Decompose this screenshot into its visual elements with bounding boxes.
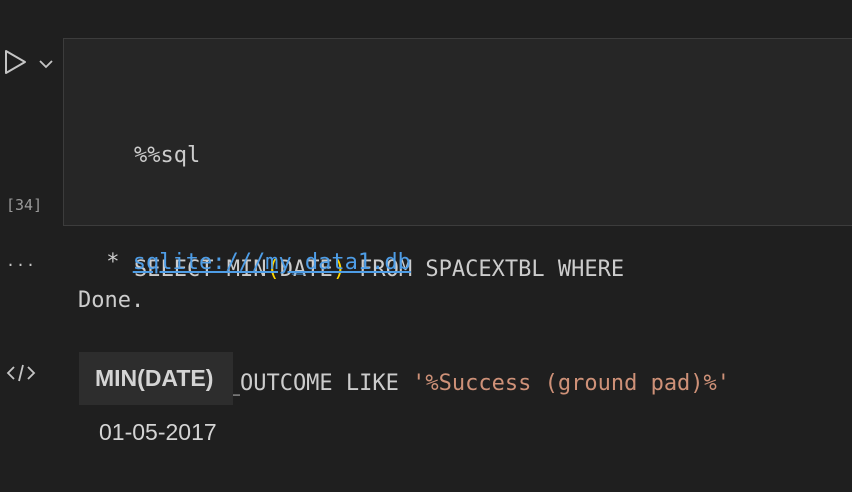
play-icon xyxy=(5,50,26,74)
magic-command: %%sql xyxy=(134,143,201,168)
connection-link[interactable]: sqlite:///my_data1.db xyxy=(133,250,411,275)
change-output-mime-button[interactable] xyxy=(6,362,36,384)
code-string: '%Success (ground pad)%' xyxy=(412,371,731,396)
connection-line: * sqlite:///my_data1.db xyxy=(93,245,411,281)
connection-prefix: * xyxy=(93,250,133,275)
code-icon xyxy=(6,364,36,382)
execution-count: [34] xyxy=(6,196,43,214)
output-more-actions-button[interactable]: ... xyxy=(6,252,36,270)
table-row: 01-05-2017 xyxy=(79,405,233,460)
run-options-button[interactable] xyxy=(38,55,54,69)
code-line: %%sql xyxy=(134,137,730,175)
run-cell-button[interactable] xyxy=(4,49,28,75)
column-header: MIN(DATE) xyxy=(79,352,233,405)
chevron-down-icon xyxy=(39,60,53,69)
table-header-row: MIN(DATE) xyxy=(79,352,233,405)
status-text: Done. xyxy=(78,288,145,313)
result-table: MIN(DATE) 01-05-2017 xyxy=(79,352,233,460)
code-cell-editor[interactable]: %%sql SELECT MIN(DATE) FROM SPACEXTBL WH… xyxy=(63,38,852,396)
table-cell: 01-05-2017 xyxy=(99,419,217,445)
